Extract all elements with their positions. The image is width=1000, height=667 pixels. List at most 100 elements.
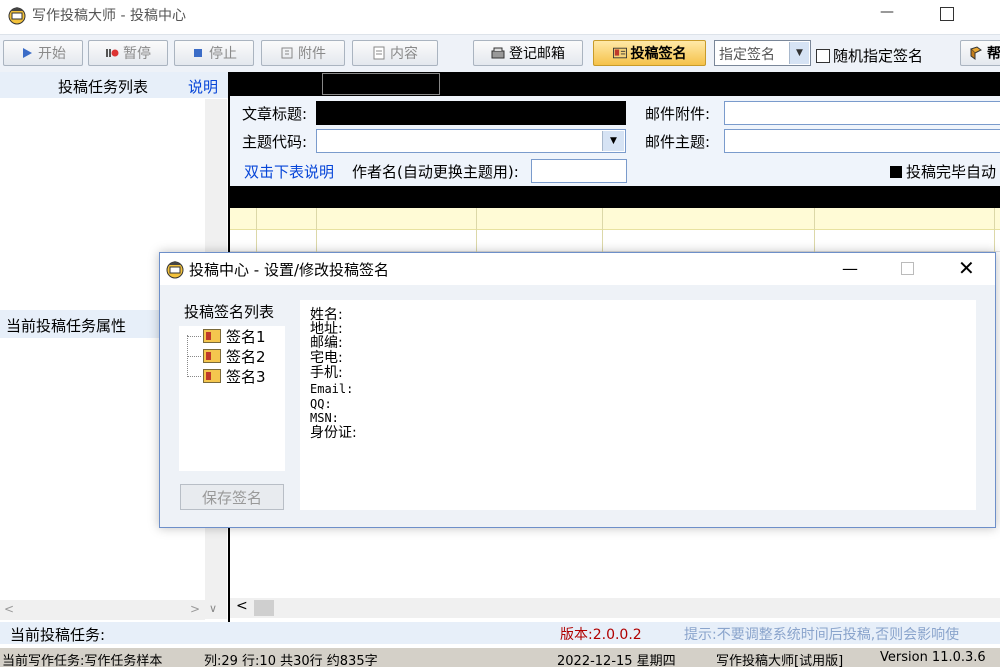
chevron-down-icon[interactable]: ▼ <box>602 131 624 151</box>
minimize-button[interactable]: — <box>880 4 896 24</box>
tab-strip <box>230 72 1000 96</box>
dialog-maximize-button[interactable] <box>901 262 914 275</box>
maximize-button[interactable] <box>940 7 954 21</box>
id-card-icon <box>203 369 221 383</box>
signature-dialog: 投稿中心 - 设置/修改投稿签名 — ✕ 投稿签名列表 签名1 签名2 签名3 … <box>159 252 996 528</box>
stop-icon <box>194 49 202 57</box>
book-icon <box>970 46 982 60</box>
chevron-left-icon[interactable]: < <box>4 602 14 616</box>
right-horizontal-scrollbar[interactable]: < <box>230 598 1000 618</box>
random-signature-checkbox[interactable]: 随机指定签名 <box>816 45 923 66</box>
email-subject-field[interactable] <box>724 129 1000 153</box>
app-version: Version 11.0.3.6 <box>880 650 986 665</box>
dialog-title-bar: 投稿中心 - 设置/修改投稿签名 — ✕ <box>160 253 995 285</box>
submit-signature-button[interactable]: 投稿签名 <box>593 40 706 66</box>
signature-item-2[interactable]: 签名2 <box>187 347 266 366</box>
table-row[interactable] <box>230 208 1000 230</box>
table-header <box>230 186 1000 208</box>
task-properties-header: 当前投稿任务属性 <box>0 310 160 338</box>
name-line: 姓名: <box>310 307 343 323</box>
article-title-field[interactable] <box>316 101 626 125</box>
address-line: 地址: <box>310 321 343 337</box>
pause-record-icon <box>106 49 119 57</box>
email-subject-label: 邮件主题: <box>645 133 711 151</box>
email-attachment-label: 邮件附件: <box>645 105 711 123</box>
current-task-bar: 当前投稿任务: 版本:2.0.0.2 提示:不要调整系统时间后投稿,否则会影响使 <box>0 622 1000 644</box>
left-horizontal-scrollbar[interactable]: < > <box>0 600 205 620</box>
help-button[interactable]: 帮 <box>960 40 1000 66</box>
play-icon <box>23 48 32 58</box>
signature-list-label: 投稿签名列表 <box>184 303 275 321</box>
task-properties-title: 当前投稿任务属性 <box>6 317 127 335</box>
save-signature-button[interactable]: 保存签名 <box>180 484 284 510</box>
table-help-link[interactable]: 双击下表说明 <box>244 161 334 182</box>
dialog-minimize-button[interactable]: — <box>842 259 858 278</box>
table-divider <box>476 208 477 252</box>
signature-item-3[interactable]: 签名3 <box>187 367 266 386</box>
toolbar: 开始 暂停 停止 附件 内容 登记邮箱 投稿签名 指定签名 ▼ 随机指定签名 帮 <box>0 34 1000 72</box>
topic-code-label: 主题代码: <box>242 133 308 151</box>
qq-line: QQ: <box>310 397 332 411</box>
checkbox-box[interactable] <box>816 48 830 63</box>
article-form: 文章标题: 邮件附件: 主题代码: ▼ 邮件主题: 双击下表说明 作者名(自动更… <box>230 96 1000 186</box>
stop-button[interactable]: 停止 <box>174 40 254 66</box>
cursor-position: 列:29 行:10 共30行 约835字 <box>204 654 378 667</box>
author-name-label: 作者名(自动更换主题用): <box>352 163 519 181</box>
topic-code-select[interactable]: ▼ <box>316 129 626 153</box>
zip-line: 邮编: <box>310 335 343 351</box>
chevron-down-icon[interactable]: ∨ <box>209 602 217 615</box>
id-card-icon <box>203 329 221 343</box>
app-logo-icon <box>166 261 184 279</box>
title-bar: 写作投稿大师 - 投稿中心 — <box>0 0 1000 32</box>
id-card-icon <box>203 349 221 363</box>
signature-mode-select[interactable]: 指定签名 ▼ <box>714 40 811 66</box>
pause-button[interactable]: 暂停 <box>88 40 168 66</box>
dialog-close-button[interactable]: ✕ <box>958 256 975 280</box>
attachment-button[interactable]: 附件 <box>261 40 345 66</box>
chevron-down-icon[interactable]: ▼ <box>789 42 809 64</box>
email-attachment-field[interactable] <box>724 101 1000 125</box>
email-line: Email: <box>310 382 354 396</box>
table-divider <box>994 208 995 252</box>
table-divider <box>602 208 603 252</box>
start-button[interactable]: 开始 <box>3 40 83 66</box>
checkbox-box[interactable] <box>890 166 902 178</box>
task-list-title: 投稿任务列表 <box>58 78 149 96</box>
id-card-icon <box>612 47 627 59</box>
signature-item-1[interactable]: 签名1 <box>187 327 266 346</box>
window-title: 写作投稿大师 - 投稿中心 <box>32 8 186 24</box>
home-phone-line: 宅电: <box>310 350 343 366</box>
chevron-left-icon[interactable]: < <box>236 598 248 614</box>
content-button[interactable]: 内容 <box>352 40 438 66</box>
current-task-label: 当前投稿任务: <box>10 626 106 644</box>
table-row[interactable] <box>230 230 1000 252</box>
app-logo-icon <box>8 7 26 25</box>
app-edition: 写作投稿大师[试用版] <box>716 654 844 667</box>
register-mailbox-button[interactable]: 登记邮箱 <box>473 40 583 66</box>
auto-after-submit-option[interactable]: 投稿完毕自动 <box>890 161 996 182</box>
current-writing-task: 当前写作任务:写作任务样本 <box>2 654 163 667</box>
chevron-right-icon[interactable]: > <box>190 602 200 616</box>
id-card-line: 身份证: <box>310 425 357 441</box>
article-title-label: 文章标题: <box>242 105 308 123</box>
signature-editor[interactable]: 姓名: 地址: 邮编: 宅电: 手机: Email: QQ: MSN: 身份证: <box>300 300 976 510</box>
author-name-field[interactable] <box>531 159 627 183</box>
version-label: 版本:2.0.0.2 <box>560 627 642 643</box>
tab-cell[interactable] <box>322 73 440 95</box>
hint-text: 提示:不要调整系统时间后投稿,否则会影响使 <box>684 627 960 643</box>
mobile-line: 手机: <box>310 365 343 381</box>
attachment-icon <box>281 47 293 59</box>
status-bar: 当前写作任务:写作任务样本 列:29 行:10 共30行 约835字 2022-… <box>0 648 1000 667</box>
signature-tree: 签名1 签名2 签名3 <box>179 326 285 471</box>
date-display: 2022-12-15 星期四 <box>557 654 676 667</box>
table-divider <box>256 208 257 252</box>
document-icon <box>373 46 385 60</box>
mailbox-icon <box>491 47 505 59</box>
task-list-header: 投稿任务列表 说明 <box>0 72 228 98</box>
scrollbar-thumb[interactable] <box>254 600 274 616</box>
table-divider <box>814 208 815 252</box>
table-divider <box>316 208 317 252</box>
msn-line: MSN: <box>310 411 339 425</box>
dialog-title: 投稿中心 - 设置/修改投稿签名 <box>189 261 390 279</box>
help-link[interactable]: 说明 <box>188 76 218 97</box>
